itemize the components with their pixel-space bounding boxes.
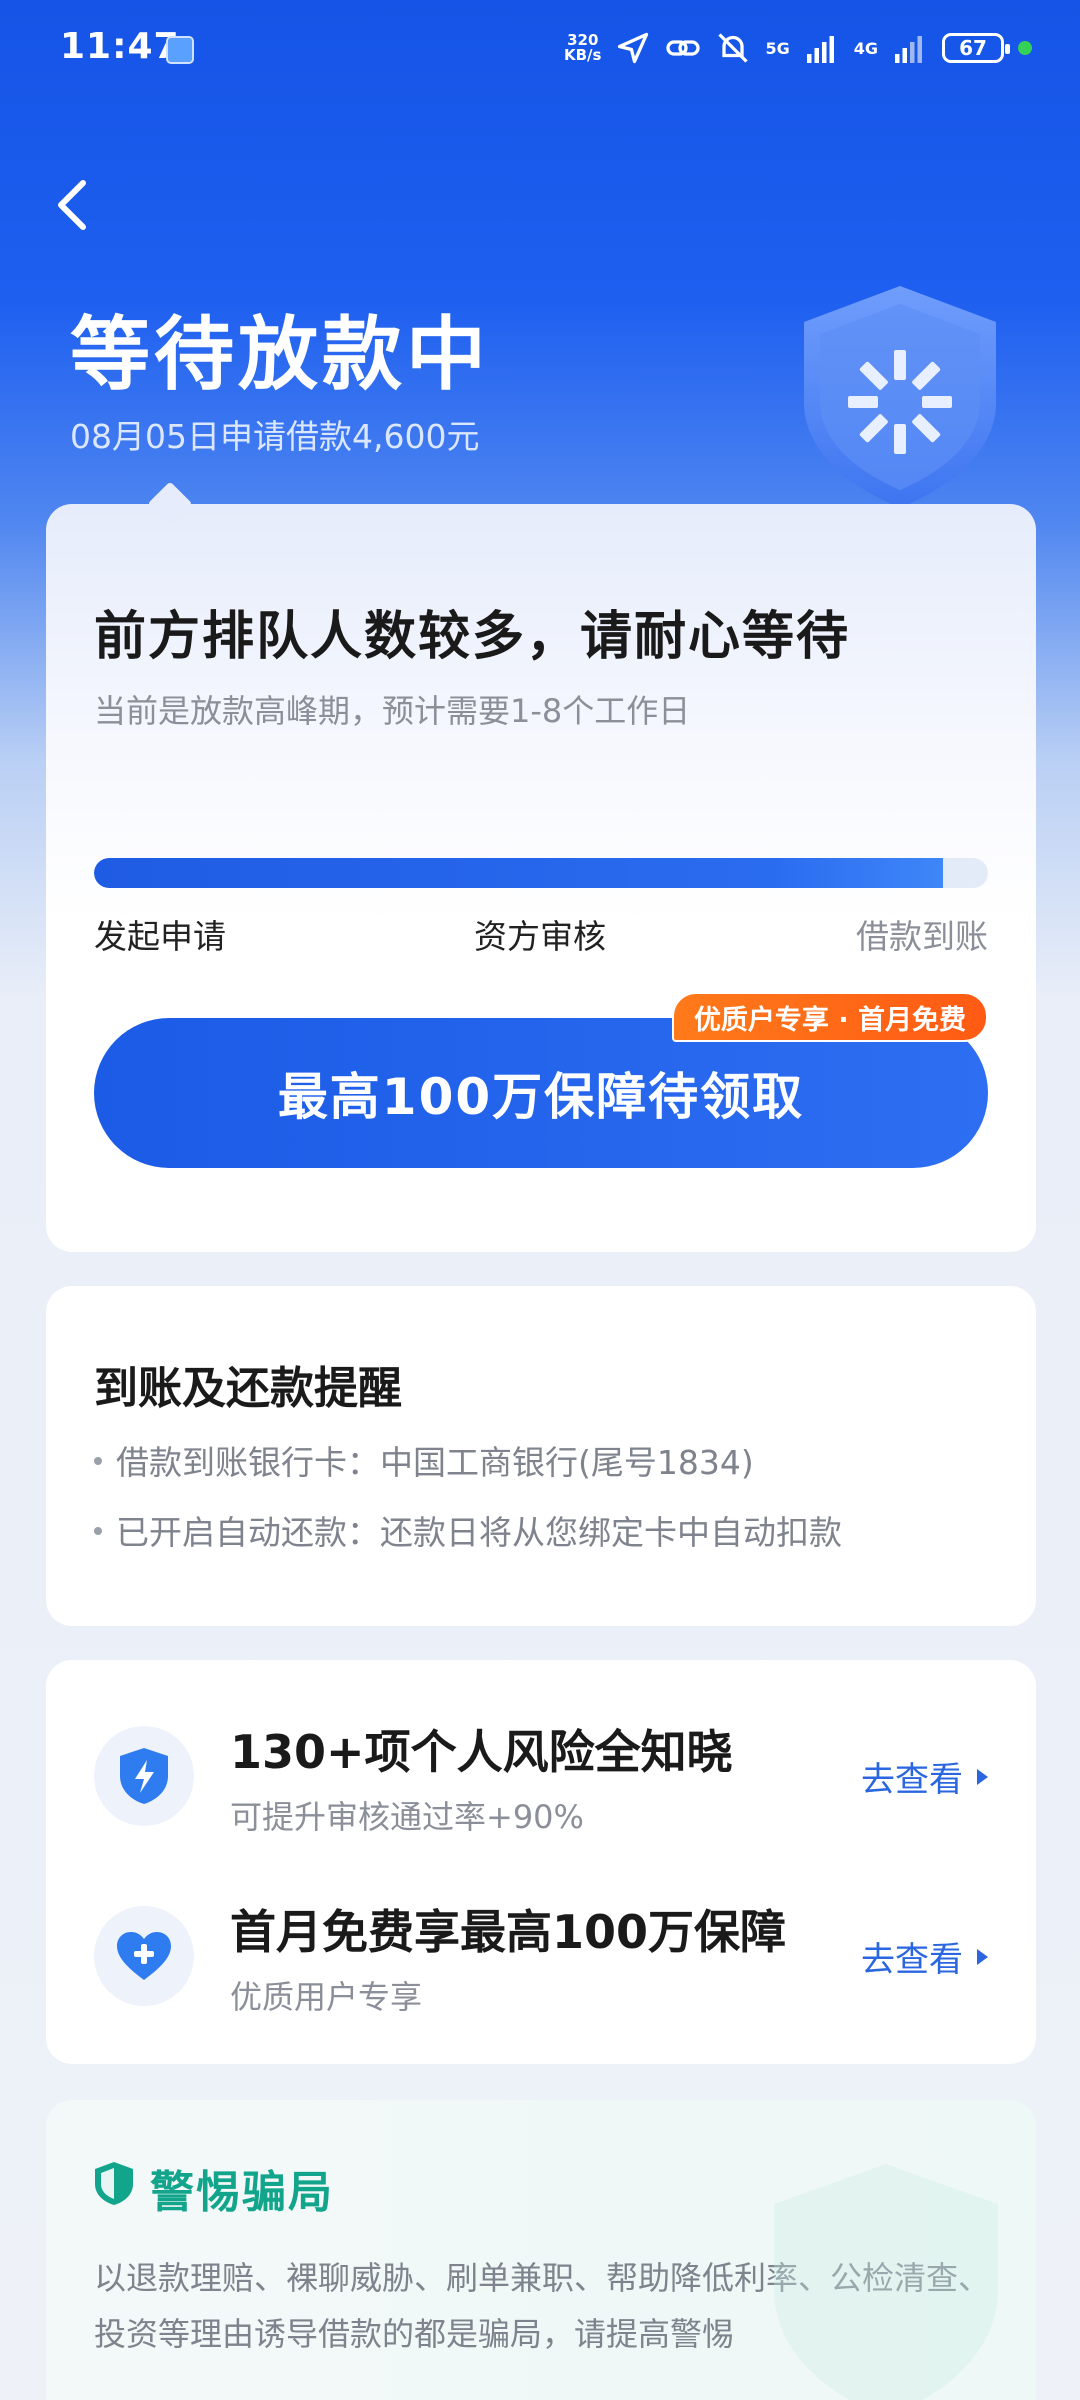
offer-subtitle: 可提升审核通过率+90% [230, 1798, 584, 1836]
reminder-item-text: 已开启自动还款：还款日将从您绑定卡中自动扣款 [116, 1513, 842, 1552]
status-icons: 320 KB/s 5G 4G 67 [564, 30, 1032, 66]
bank-shield-icon [804, 286, 996, 508]
reminder-card: 到账及还款提醒 借款到账银行卡：中国工商银行(尾号1834) 已开启自动还款：还… [46, 1286, 1036, 1626]
premium-free-badge: 优质户专享 · 首月免费 [671, 992, 988, 1042]
shield-watermark-icon [774, 2164, 998, 2400]
signal-5g-label: 5G [765, 38, 790, 58]
queue-heading: 前方排队人数较多，请耐心等待 [94, 607, 851, 667]
offer-protection[interactable]: 首月免费享最高100万保障 优质用户专享 去查看 [46, 1896, 1036, 2036]
offer-icon-container [94, 1726, 194, 1826]
signal-4g-label: 4G [853, 38, 878, 58]
step-review: 资方审核 [474, 917, 606, 956]
chevron-left-icon [58, 180, 86, 230]
step-apply: 发起申请 [94, 917, 226, 956]
battery-indicator: 67 [942, 33, 1010, 63]
link-app-icon [166, 36, 194, 64]
offer-title: 130+项个人风险全知晓 [230, 1725, 733, 1779]
loan-progress-bar [94, 858, 988, 888]
page-subtitle: 08月05日申请借款4,600元 [70, 417, 480, 456]
shield-check-icon [95, 2162, 133, 2205]
view-link-label: 去查看 [861, 1760, 963, 1800]
network-speed-unit: KB/s [564, 46, 602, 64]
reminder-title: 到账及还款提醒 [94, 1363, 402, 1414]
mute-bell-icon [718, 33, 749, 63]
network-speed: 320 KB/s [564, 33, 601, 63]
offer-risk-report[interactable]: 130+项个人风险全知晓 可提升审核通过率+90% 去查看 [46, 1716, 1036, 1856]
play-triangle-icon [977, 1948, 988, 1965]
page-title: 等待放款中 [70, 308, 490, 401]
offers-card: 130+项个人风险全知晓 可提升审核通过率+90% 去查看 首月免费享最高100… [46, 1660, 1036, 2064]
step-disbursed: 借款到账 [856, 917, 988, 956]
reminder-item-auto-repay: 已开启自动还款：还款日将从您绑定卡中自动扣款 [94, 1506, 842, 1554]
offer-title: 首月免费享最高100万保障 [230, 1905, 787, 1959]
warning-title: 警惕骗局 [150, 2167, 334, 2218]
link-icon [666, 40, 701, 56]
status-time: 11:47 [60, 26, 180, 67]
privacy-indicator-dot [1018, 41, 1032, 55]
reminder-item-text: 借款到账银行卡：中国工商银行(尾号1834) [116, 1443, 754, 1482]
offer-icon-container [94, 1906, 194, 2006]
view-link-label: 去查看 [861, 1940, 963, 1980]
offer-subtitle: 优质用户专享 [230, 1978, 423, 2016]
queue-description: 当前是放款高峰期，预计需要1-8个工作日 [94, 692, 691, 730]
loan-status-card: 前方排队人数较多，请耐心等待 当前是放款高峰期，预计需要1-8个工作日 发起申请… [46, 504, 1036, 1252]
status-bar: 11:47 320 KB/s 5G 4G 67 [0, 0, 1080, 100]
bullet-dot [94, 1526, 102, 1535]
view-protection-link[interactable]: 去查看 [861, 1932, 988, 1981]
fraud-warning-card: 警惕骗局 以退款理赔、裸聊威胁、刷单兼职、帮助降低利率、公检清查、投资等理由诱导… [46, 2100, 1036, 2400]
back-button[interactable] [42, 170, 102, 240]
reminder-item-bank-card: 借款到账银行卡：中国工商银行(尾号1834) [94, 1436, 754, 1484]
loan-progress-fill [94, 858, 944, 888]
location-arrow-icon [618, 32, 649, 64]
play-triangle-icon [977, 1768, 988, 1785]
signal-bars-weak-icon [895, 36, 922, 63]
signal-bars-icon [806, 36, 834, 63]
shield-lightning-icon [120, 1748, 168, 1804]
bullet-dot [94, 1456, 102, 1465]
view-risk-report-link[interactable]: 去查看 [861, 1752, 988, 1801]
heart-plus-icon [117, 1932, 171, 1980]
